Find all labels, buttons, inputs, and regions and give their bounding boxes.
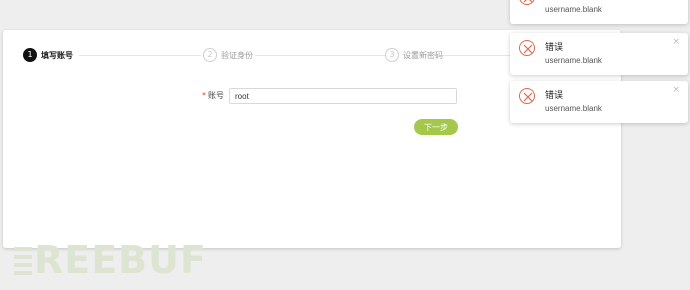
step-label: 设置新密码 bbox=[403, 50, 443, 60]
step-2: 2 验证身份 bbox=[203, 47, 253, 63]
error-notification: 错误 username.blank × bbox=[510, 33, 688, 75]
error-notification: 错误 username.blank bbox=[510, 0, 688, 24]
step-label: 填写账号 bbox=[41, 50, 73, 60]
next-step-button[interactable]: 下一步 bbox=[414, 119, 458, 135]
notification-message: username.blank bbox=[545, 5, 602, 14]
error-notification: 错误 username.blank × bbox=[510, 81, 688, 123]
step-3: 3 设置新密码 bbox=[385, 47, 443, 63]
account-input[interactable] bbox=[229, 88, 457, 104]
step-connector bbox=[255, 55, 385, 56]
error-circle-x-icon bbox=[519, 88, 535, 104]
step-label: 验证身份 bbox=[221, 50, 253, 60]
notification-message: username.blank bbox=[545, 104, 602, 113]
notification-title: 错误 bbox=[545, 91, 564, 101]
freebuf-watermark: REEBUF bbox=[14, 240, 207, 280]
notification-title: 错误 bbox=[545, 0, 563, 2]
notification-message: username.blank bbox=[545, 56, 602, 65]
account-label-text: 账号 bbox=[208, 91, 224, 100]
step-connector bbox=[79, 55, 201, 56]
step-number: 2 bbox=[203, 48, 217, 62]
error-circle-x-icon bbox=[519, 40, 535, 56]
error-circle-x-icon bbox=[519, 0, 535, 5]
notification-title: 错误 bbox=[545, 43, 564, 53]
watermark-logo-bars bbox=[14, 245, 32, 275]
step-1: 1 填写账号 bbox=[23, 47, 73, 63]
step-number: 3 bbox=[385, 48, 399, 62]
close-icon[interactable]: × bbox=[672, 85, 680, 95]
account-label: * 账号 bbox=[202, 90, 224, 101]
step-number: 1 bbox=[23, 48, 37, 62]
close-icon[interactable]: × bbox=[672, 37, 680, 47]
required-mark: * bbox=[202, 91, 206, 100]
watermark-text: REEBUF bbox=[34, 238, 207, 282]
